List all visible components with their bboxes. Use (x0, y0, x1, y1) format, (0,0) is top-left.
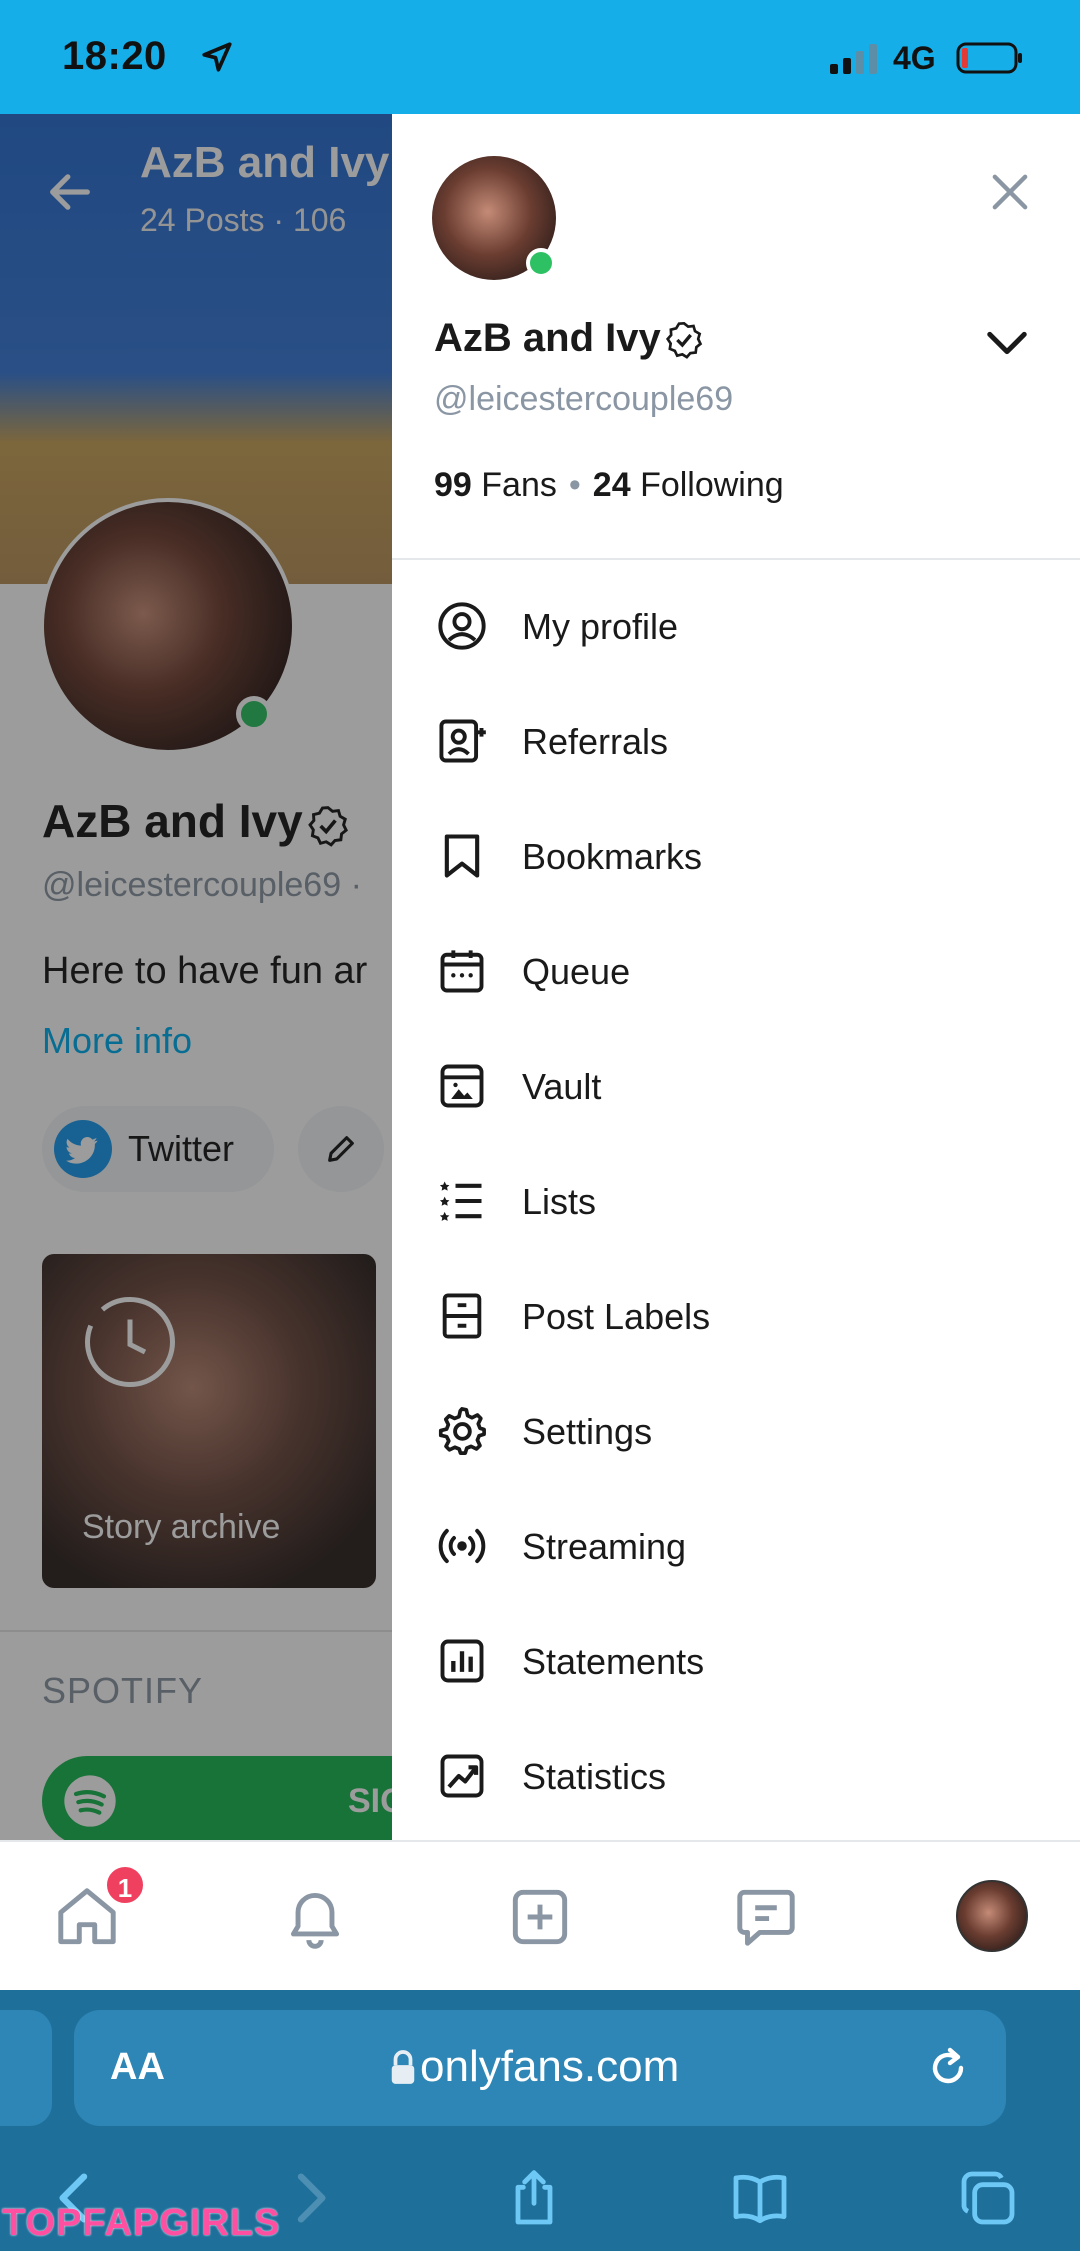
lock-icon (391, 2050, 415, 2084)
tabs-icon[interactable] (956, 2166, 1020, 2230)
verified-badge-icon (665, 321, 703, 359)
menu-item-settings[interactable]: Settings (392, 1377, 1080, 1492)
gear-icon (438, 1407, 486, 1455)
following-count: 24 (592, 466, 631, 504)
close-icon[interactable] (984, 166, 1036, 218)
reload-icon[interactable] (924, 2044, 972, 2092)
bookmark-icon (444, 834, 480, 878)
menu-item-streaming[interactable]: Streaming (392, 1492, 1080, 1607)
signal-icon (830, 44, 877, 74)
vault-icon (440, 1064, 484, 1108)
url-text: onlyfans.com (420, 2042, 680, 2091)
notification-badge: 1 (104, 1864, 146, 1906)
menu-item-vault[interactable]: Vault (392, 1032, 1080, 1147)
menu-label: Lists (522, 1181, 597, 1222)
menu-item-bookmarks[interactable]: Bookmarks (392, 802, 1080, 917)
fans-stat[interactable]: 99 Fans (434, 466, 557, 504)
bottom-navigation: 1 (0, 1840, 1080, 1990)
menu-label: Streaming (522, 1526, 687, 1567)
fans-following-stats: 99 Fans • 24 Following (434, 466, 784, 505)
online-indicator (526, 248, 556, 278)
drawer-handle: @leicestercouple69 (434, 380, 734, 418)
share-icon[interactable] (502, 2166, 566, 2230)
menu-item-lists[interactable]: Lists (392, 1147, 1080, 1262)
status-bar: 18:20 4G (0, 0, 1080, 114)
drawer-name: AzB and Ivy (434, 316, 661, 360)
fans-label: Fans (481, 466, 557, 504)
address-bar[interactable]: AA onlyfans.com (74, 2010, 1006, 2126)
calendar-icon (440, 950, 484, 993)
drawer-divider (392, 558, 1080, 560)
menu-label: Post Labels (522, 1296, 711, 1337)
following-label: Following (640, 466, 784, 504)
lists-icon (439, 1181, 482, 1221)
post-labels-icon (442, 1293, 482, 1339)
menu-item-statistics[interactable]: Statistics (392, 1722, 1080, 1837)
network-type: 4G (893, 40, 936, 76)
bookmarks-book-icon[interactable] (728, 2166, 792, 2230)
menu-label: Vault (522, 1066, 602, 1107)
menu-label: Bookmarks (522, 836, 703, 877)
menu-label: Statements (522, 1641, 705, 1682)
reader-aa-button[interactable]: AA (110, 2046, 165, 2089)
statistics-icon (440, 1754, 484, 1798)
following-stat[interactable]: 24 Following (593, 466, 784, 504)
side-drawer: AzB and Ivy @leicestercouple69 99 Fans • 2… (392, 114, 1080, 1840)
menu-label: Referrals (522, 721, 669, 762)
add-post-icon[interactable] (503, 1880, 577, 1954)
menu-item-post-labels[interactable]: Post Labels (392, 1262, 1080, 1377)
forward-chevron-icon[interactable] (277, 2166, 341, 2230)
messages-icon[interactable] (729, 1880, 803, 1954)
status-time: 18:20 (62, 34, 167, 78)
menu-item-statements[interactable]: Statements (392, 1607, 1080, 1722)
menu-label: Statistics (522, 1756, 667, 1797)
menu-label: Settings (522, 1411, 653, 1452)
referrals-icon (439, 719, 486, 763)
menu-item-referrals[interactable]: Referrals (392, 687, 1080, 802)
fans-count: 99 (434, 466, 472, 504)
bell-icon[interactable] (278, 1880, 352, 1954)
menu-item-queue[interactable]: Queue (392, 917, 1080, 1032)
statements-icon (440, 1639, 484, 1683)
watermark-text: TOPFAPGIRLS (2, 2202, 281, 2244)
previous-tab-pill[interactable] (0, 2010, 52, 2126)
streaming-icon (438, 1528, 486, 1564)
location-arrow-icon (202, 42, 232, 72)
menu-item-my-profile[interactable]: My profile (392, 572, 1080, 687)
drawer-backdrop[interactable] (0, 114, 392, 1840)
stats-separator: • (568, 466, 581, 504)
menu-label: My profile (522, 606, 679, 647)
chevron-down-icon[interactable] (984, 328, 1030, 360)
user-circle-icon (438, 602, 486, 650)
battery-icon (956, 42, 1022, 74)
profile-avatar-nav[interactable] (956, 1880, 1028, 1952)
menu-label: Queue (522, 951, 631, 992)
